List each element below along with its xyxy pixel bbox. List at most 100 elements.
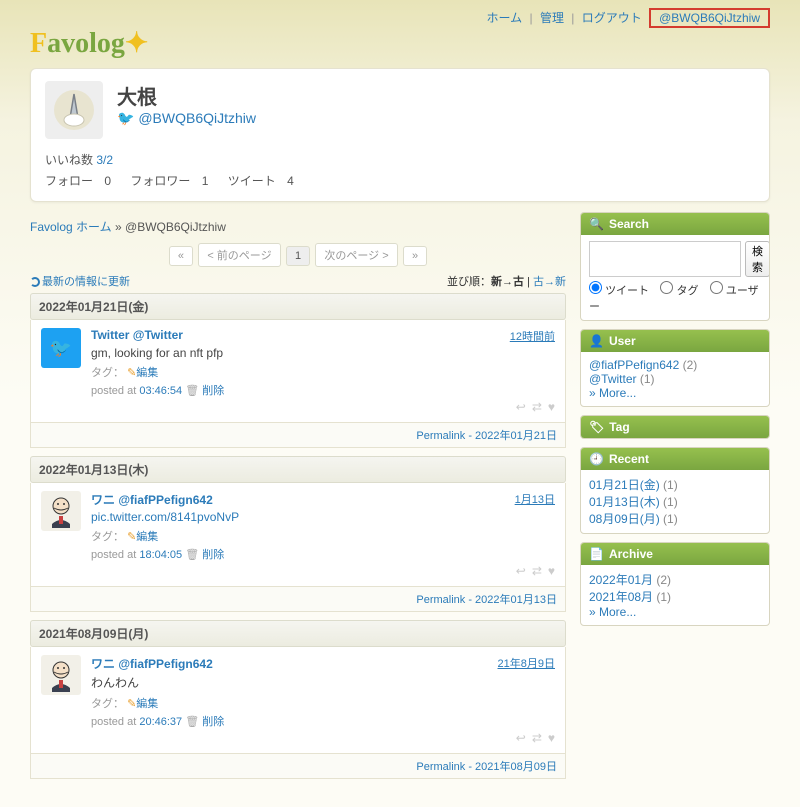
- heart-icon[interactable]: ♥: [548, 731, 555, 745]
- edit-link[interactable]: 編集: [136, 698, 158, 710]
- tag-label: タグ：: [91, 698, 124, 710]
- permalink[interactable]: Permalink - 2022年01月21日: [416, 430, 557, 442]
- search-title: Search: [609, 217, 649, 231]
- pager: « < 前のページ 1 次のページ > »: [30, 243, 566, 267]
- pager-prev[interactable]: < 前のページ: [198, 243, 280, 267]
- follow-label: フォロー: [45, 174, 93, 188]
- delete-link[interactable]: 削除: [202, 716, 224, 728]
- reply-icon[interactable]: ↩: [516, 731, 526, 745]
- nav-home[interactable]: ホーム: [483, 11, 527, 25]
- tweet-avatar: 🐦: [41, 328, 81, 368]
- tweet-item: 🐦Twitter @Twitter12時間前gm, looking for an…: [30, 320, 566, 423]
- pencil-icon: ✎: [127, 367, 136, 379]
- retweet-icon[interactable]: ⇄: [532, 731, 542, 745]
- site-logo[interactable]: Favolog✦: [30, 26, 770, 60]
- posted-label: posted at: [91, 549, 139, 561]
- follower-count: 1: [202, 174, 209, 188]
- pager-current[interactable]: 1: [286, 246, 310, 266]
- posted-label: posted at: [91, 385, 139, 397]
- tweet-name[interactable]: Twitter: [91, 328, 133, 342]
- follower-label: フォロワー: [130, 174, 190, 188]
- trash-icon: 🗑: [185, 716, 199, 728]
- more-link[interactable]: » More...: [589, 605, 636, 619]
- tweet-handle[interactable]: @fiafPPefign642: [118, 493, 212, 507]
- nav-username[interactable]: @BWQB6QiJtzhiw: [655, 11, 764, 25]
- archive-box: 📄 Archive 2022年01月 (2)2021年08月 (1) » More.…: [580, 542, 770, 626]
- nav-admin[interactable]: 管理: [536, 11, 568, 25]
- date-header: 2021年08月09日(月): [30, 620, 566, 647]
- permalink[interactable]: Permalink - 2022年01月13日: [416, 594, 557, 606]
- retweet-icon[interactable]: ⇄: [532, 564, 542, 578]
- permalink[interactable]: Permalink - 2021年08月09日: [416, 761, 557, 773]
- heart-icon[interactable]: ♥: [548, 400, 555, 414]
- side-count: (1): [656, 590, 671, 604]
- side-count: (2): [656, 573, 671, 587]
- tweet-name[interactable]: ワニ: [91, 493, 118, 507]
- twitter-icon: 🐦: [117, 110, 134, 126]
- search-input[interactable]: [589, 241, 741, 277]
- pencil-icon: ✎: [127, 698, 136, 710]
- refresh-link[interactable]: 最新の情報に更新: [30, 273, 130, 289]
- posted-label: posted at: [91, 716, 139, 728]
- tweet-handle[interactable]: @fiafPPefign642: [118, 657, 212, 671]
- breadcrumb: Favolog ホーム » @BWQB6QiJtzhiw: [30, 218, 566, 235]
- side-count: (1): [663, 495, 678, 509]
- follow-count: 0: [104, 174, 111, 188]
- side-link[interactable]: @Twitter: [589, 372, 637, 386]
- tag-label: タグ：: [91, 531, 124, 543]
- breadcrumb-home[interactable]: Favolog ホーム: [30, 220, 112, 234]
- profile-avatar: [45, 81, 103, 139]
- side-link[interactable]: 08月09日(月): [589, 512, 660, 526]
- sort-new[interactable]: 新→古: [491, 276, 524, 288]
- posted-time[interactable]: 18:04:05: [139, 549, 182, 561]
- nav-logout[interactable]: ログアウト: [578, 11, 646, 25]
- tweet-count: 4: [287, 174, 294, 188]
- pencil-icon: ✎: [127, 531, 136, 543]
- side-link[interactable]: 01月21日(金): [589, 478, 660, 492]
- posted-time[interactable]: 20:46:37: [139, 716, 182, 728]
- pager-next[interactable]: 次のページ >: [315, 243, 397, 267]
- side-count: (2): [683, 358, 698, 372]
- tweet-handle[interactable]: @Twitter: [133, 328, 183, 342]
- user-icon: 👤: [589, 334, 604, 348]
- breadcrumb-current: @BWQB6QiJtzhiw: [125, 220, 226, 234]
- recent-box: 🕘Recent 01月21日(金) (1)01月13日(木) (1)08月09日…: [580, 447, 770, 534]
- heart-icon[interactable]: ♥: [548, 564, 555, 578]
- likes-ratio[interactable]: 3/2: [96, 153, 113, 167]
- tweet-avatar: [41, 491, 81, 531]
- sort-control: 並び順：新→古 | 古→新: [447, 273, 566, 289]
- radio-tweet[interactable]: ツイート: [589, 285, 649, 297]
- more-link[interactable]: » More...: [589, 386, 636, 400]
- side-link[interactable]: 2022年01月: [589, 573, 653, 587]
- pager-first[interactable]: «: [169, 246, 193, 266]
- sort-old[interactable]: 古→新: [533, 276, 566, 288]
- tweet-timestamp[interactable]: 12時間前: [510, 328, 555, 344]
- tweet-text: わんわん: [91, 674, 555, 691]
- delete-link[interactable]: 削除: [202, 549, 224, 561]
- side-link[interactable]: 01月13日(木): [589, 495, 660, 509]
- side-link[interactable]: 2021年08月: [589, 590, 653, 604]
- archive-title: Archive: [609, 547, 653, 561]
- reply-icon[interactable]: ↩: [516, 400, 526, 414]
- date-header: 2022年01月13日(木): [30, 456, 566, 483]
- search-icon: 🔍: [589, 217, 604, 231]
- delete-link[interactable]: 削除: [202, 385, 224, 397]
- side-count: (1): [663, 478, 678, 492]
- reply-icon[interactable]: ↩: [516, 564, 526, 578]
- side-link[interactable]: @fiafPPefign642: [589, 358, 679, 372]
- profile-handle[interactable]: 🐦 @BWQB6QiJtzhiw: [117, 110, 256, 127]
- retweet-icon[interactable]: ⇄: [532, 400, 542, 414]
- trash-icon: 🗑: [185, 385, 199, 397]
- tweet-timestamp[interactable]: 21年8月9日: [498, 655, 555, 672]
- side-count: (1): [663, 512, 678, 526]
- pager-last[interactable]: »: [403, 246, 427, 266]
- edit-link[interactable]: 編集: [136, 367, 158, 379]
- side-count: (1): [640, 372, 655, 386]
- posted-time[interactable]: 03:46:54: [139, 385, 182, 397]
- tweet-timestamp[interactable]: 1月13日: [515, 491, 555, 508]
- radio-tag[interactable]: タグ: [660, 285, 698, 297]
- archive-icon: 📄: [589, 547, 604, 561]
- search-button[interactable]: 検索: [745, 241, 770, 277]
- tweet-name[interactable]: ワニ: [91, 657, 118, 671]
- edit-link[interactable]: 編集: [136, 531, 158, 543]
